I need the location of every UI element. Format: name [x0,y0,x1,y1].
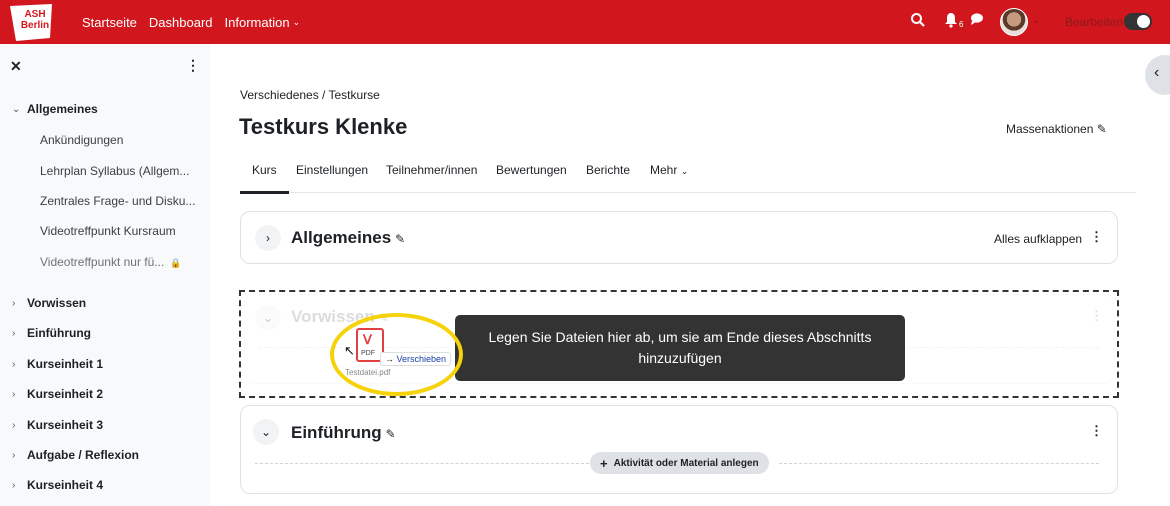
bulk-actions-button[interactable]: Massenaktionen ✎ [1006,122,1107,136]
section-label: Aufgabe / Reflexion [27,448,140,462]
section-label: Vorwissen [27,296,87,310]
chevron-down-icon[interactable]: ⌄ [1032,15,1040,26]
section-label: Kurseinheit 3 [27,418,104,432]
section-title: Einführung ✎ [291,423,396,443]
notification-count-badge: 6 [957,20,966,30]
drawer-item-label: Videotreffpunkt nur fü... [40,255,165,269]
chevron-right-icon: › [12,479,16,491]
tab-berichte[interactable]: Berichte [586,163,630,177]
top-navbar: ASH Berlin Startseite Dashboard Informati… [0,0,1170,44]
drawer-section-kurseinheit-4[interactable]: › Kurseinheit 4 [12,478,103,492]
edit-mode-label: Bearbeiten [1065,15,1124,29]
bulk-actions-label: Massenaktionen [1006,122,1094,136]
section-label: Einführung [27,326,91,340]
section-label: Kurseinheit 2 [27,387,104,401]
kebab-menu-icon[interactable]: ⋮ [1090,309,1103,322]
plus-icon: + [600,455,608,471]
section-title-text: Allgemeines [291,228,392,247]
logo-text-ash: ASH [24,9,46,20]
drawer-item-lehrplan[interactable]: Lehrplan Syllabus (Allgem... [40,164,189,178]
chevron-down-icon: ⌄ [680,166,689,176]
drawer-item-forum[interactable]: Zentrales Frage- und Disku... [40,194,195,208]
chevron-right-icon: › [12,327,16,339]
breadcrumb[interactable]: Verschiedenes / Testkurse [240,88,380,102]
section-label: Kurseinheit 4 [27,478,104,492]
tab-kurs[interactable]: Kurs [240,163,289,194]
file-type-label: PDF [361,350,375,357]
nav-dashboard[interactable]: Dashboard [149,15,213,30]
drawer-section-kurseinheit-3[interactable]: › Kurseinheit 3 [12,418,103,432]
drawer-section-einfuehrung[interactable]: › Einführung [12,326,91,340]
section-expand-toggle[interactable]: › [255,225,281,251]
add-activity-button[interactable]: + Aktivität oder Material anlegen [590,452,769,474]
chevron-left-icon: ‹ [1154,64,1160,81]
tab-teilnehmer[interactable]: Teilnehmer/innen [386,163,477,177]
section-divider [255,463,589,464]
acrobat-icon: ᐯ [363,332,372,347]
ash-berlin-logo[interactable]: ASH Berlin [8,4,54,41]
primary-nav: Startseite Dashboard Information ⌄ [82,0,300,44]
drawer-item-videotreffpunkt-kursraum[interactable]: Videotreffpunkt Kursraum [40,224,176,238]
kebab-menu-icon[interactable]: ⋮ [1090,424,1103,437]
close-icon[interactable]: ✕ [10,58,22,75]
tab-einstellungen[interactable]: Einstellungen [296,163,368,177]
section-label: Kurseinheit 1 [27,357,104,371]
chevron-down-icon: ⌄ [292,16,301,27]
pencil-icon[interactable]: ✎ [395,232,405,246]
chevron-right-icon: › [12,419,16,431]
chat-bubble-icon[interactable] [970,12,990,32]
drawer-item-videotreffpunkt-restricted[interactable]: Videotreffpunkt nur fü... 🔒 [40,255,182,269]
drop-hint-tooltip: Legen Sie Dateien hier ab, um sie am End… [455,315,905,381]
chevron-right-icon: › [12,297,16,309]
section-collapse-toggle[interactable]: ⌄ [253,419,279,445]
nav-information[interactable]: Information ⌄ [225,15,301,30]
section-divider [779,463,1099,464]
drawer-section-vorwissen[interactable]: › Vorwissen [12,296,86,310]
tab-mehr-label: Mehr [650,163,678,177]
lock-icon: 🔒 [170,258,182,268]
chevron-right-icon: › [266,231,270,245]
open-block-drawer-button[interactable]: ‹ [1145,55,1170,95]
course-index-drawer: ✕ ⋮ ⌄ Allgemeines Ankündigungen Lehrplan … [0,44,210,506]
arrow-right-icon: → [385,354,394,364]
add-activity-label: Aktivität oder Material anlegen [613,457,759,469]
section-title-text: Einführung [291,423,382,442]
section-collapse-toggle[interactable]: ⌄ [255,305,281,331]
drag-move-indicator: → Verschieben [380,352,452,366]
drawer-item-ankuendigungen[interactable]: Ankündigungen [40,133,123,147]
drawer-section-aufgabe-reflexion[interactable]: › Aufgabe / Reflexion [12,448,139,462]
mouse-cursor-icon: ↖ [344,343,355,358]
page-title: Testkurs Klenke [239,114,408,139]
drawer-section-kurseinheit-1[interactable]: › Kurseinheit 1 [12,357,103,371]
drawer-section-allgemeines[interactable]: ⌄ Allgemeines [12,102,98,116]
course-section-allgemeines: › Allgemeines ✎ Alles aufklappen ⋮ [240,211,1118,264]
edit-mode-toggle[interactable] [1124,13,1152,30]
chevron-down-icon: ⌄ [260,425,272,439]
chevron-right-icon: › [12,358,16,370]
kebab-menu-icon[interactable]: ⋮ [1090,230,1103,243]
drawer-section-kurseinheit-2[interactable]: › Kurseinheit 2 [12,387,103,401]
pencil-icon: ✎ [1096,122,1107,136]
course-section-einfuehrung: ⌄ Einführung ✎ ⋮ [240,405,1118,494]
nav-startseite[interactable]: Startseite [82,15,137,30]
course-tabs: Kurs Einstellungen Teilnehmer/innen Bewe… [240,150,1136,194]
chevron-right-icon: › [12,449,16,461]
move-label: Verschieben [396,354,447,364]
search-icon[interactable] [910,12,930,32]
expand-all-link[interactable]: Alles aufklappen [994,232,1082,246]
user-avatar[interactable] [1000,8,1028,36]
pencil-icon[interactable]: ✎ [386,427,396,441]
section-title: Allgemeines ✎ [291,228,405,248]
section-label: Allgemeines [27,102,98,116]
chevron-down-icon: ⌄ [262,311,274,325]
dragged-file-name: Testdatei.pdf [345,368,391,377]
chevron-right-icon: › [12,388,16,400]
logo-text-berlin: Berlin [20,20,50,31]
nav-information-label: Information [224,14,290,30]
tab-mehr[interactable]: Mehr ⌄ [650,163,688,177]
kebab-menu-icon[interactable]: ⋮ [186,58,200,72]
tab-bewertungen[interactable]: Bewertungen [496,163,567,177]
chevron-down-icon: ⌄ [12,103,21,115]
